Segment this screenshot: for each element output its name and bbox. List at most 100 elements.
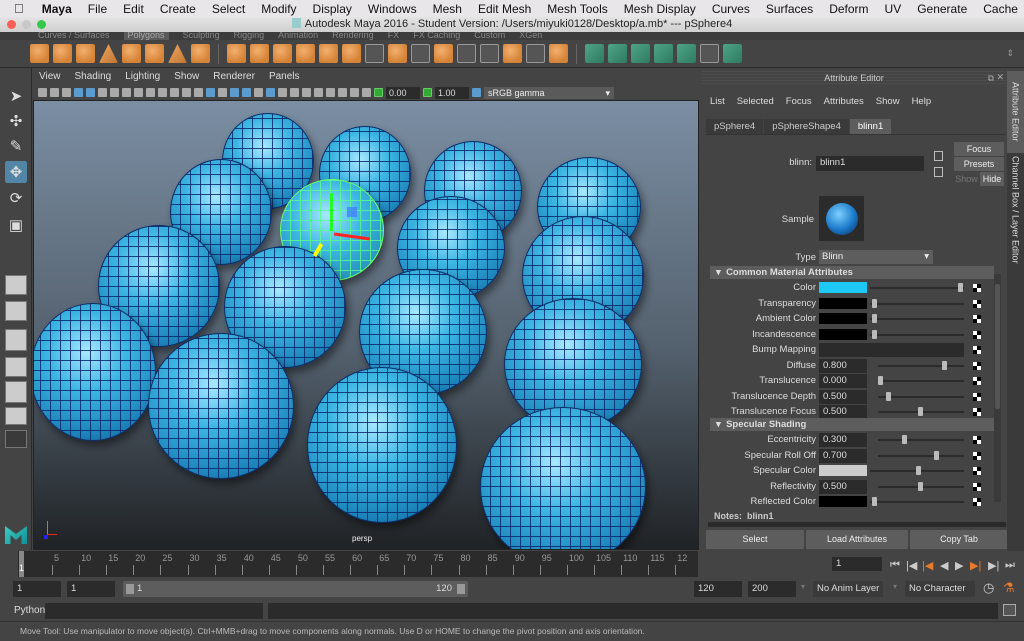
go-to-start-icon[interactable]: ⏮ bbox=[890, 559, 900, 572]
attr-color-swatch[interactable] bbox=[819, 465, 867, 476]
map-texture-icon[interactable] bbox=[973, 284, 981, 292]
map-texture-icon[interactable] bbox=[973, 346, 981, 354]
attr-slider-track[interactable] bbox=[870, 318, 964, 320]
type-dropdown[interactable]: Blinn ▾ bbox=[819, 250, 933, 264]
output-connections-icon[interactable] bbox=[934, 167, 943, 177]
select-camera-icon[interactable] bbox=[38, 88, 47, 97]
load-attributes-button[interactable]: Load Attributes bbox=[806, 530, 908, 549]
multi-cut-icon[interactable] bbox=[365, 44, 384, 63]
playback-end-field[interactable]: 120 bbox=[694, 581, 742, 597]
menu-uv[interactable]: UV bbox=[877, 2, 910, 16]
attr-value-field[interactable]: 0.500 bbox=[819, 405, 867, 419]
film-gate-icon[interactable] bbox=[122, 88, 131, 97]
menu-cache[interactable]: Cache bbox=[975, 2, 1024, 16]
attr-slider-handle[interactable] bbox=[916, 466, 921, 475]
ae-tab-blinn1[interactable]: blinn1 bbox=[849, 119, 892, 134]
poly-plane-icon[interactable] bbox=[122, 44, 141, 63]
menu-mesh-tools[interactable]: Mesh Tools bbox=[539, 2, 615, 16]
shelf-tab-polygons[interactable]: Polygons bbox=[123, 32, 169, 40]
attr-slider-track[interactable] bbox=[870, 287, 964, 289]
step-forward-frame-icon[interactable]: ▶| bbox=[988, 559, 999, 572]
attr-value-field[interactable]: 0.000 bbox=[819, 374, 867, 388]
menu-modify[interactable]: Modify bbox=[253, 2, 304, 16]
menu-surfaces[interactable]: Surfaces bbox=[758, 2, 821, 16]
attr-slider-handle[interactable] bbox=[872, 497, 877, 506]
poly-torus-icon[interactable] bbox=[145, 44, 164, 63]
current-time-field[interactable]: 1 bbox=[832, 557, 882, 571]
end-time-field[interactable]: 200 bbox=[748, 581, 796, 597]
anim-layer-dropdown[interactable]: No Anim Layer bbox=[813, 581, 883, 597]
map-texture-icon[interactable] bbox=[973, 299, 981, 308]
mirror-icon[interactable] bbox=[273, 44, 292, 63]
screen-space-ao-icon[interactable] bbox=[278, 88, 287, 97]
select-button[interactable]: Select bbox=[706, 530, 804, 549]
attr-slider-handle[interactable] bbox=[902, 435, 907, 444]
smooth-shade-icon[interactable] bbox=[206, 88, 215, 97]
anim-layer-dropdown-arrow[interactable]: ▾ bbox=[801, 582, 805, 591]
move-tool-icon[interactable]: ✥ bbox=[5, 161, 27, 183]
input-connections-icon[interactable] bbox=[934, 151, 943, 161]
copy-tab-button[interactable]: Copy Tab bbox=[910, 530, 1008, 549]
lasso-tool-icon[interactable]: ✣ bbox=[5, 110, 27, 132]
append-icon[interactable] bbox=[457, 44, 476, 63]
ae-scrollbar[interactable] bbox=[994, 274, 1001, 502]
attr-slider-handle[interactable] bbox=[918, 481, 923, 491]
map-texture-icon[interactable] bbox=[973, 315, 981, 323]
play-forwards-icon[interactable]: ▶ bbox=[955, 559, 963, 572]
anti-aliasing-icon[interactable] bbox=[302, 88, 311, 97]
shadows-icon[interactable] bbox=[266, 88, 275, 97]
map-texture-icon[interactable] bbox=[973, 467, 981, 475]
xray-joints-icon[interactable] bbox=[350, 88, 359, 97]
exposure-icon[interactable] bbox=[374, 88, 383, 97]
bevel-icon[interactable] bbox=[434, 44, 453, 63]
viewport-menu-view[interactable]: View bbox=[39, 71, 61, 85]
sphere-object[interactable] bbox=[480, 407, 646, 549]
resolution-gate-icon[interactable] bbox=[134, 88, 143, 97]
attr-slider-track[interactable] bbox=[870, 333, 964, 336]
uv-layout-icon[interactable] bbox=[723, 44, 742, 63]
animation-preferences-icon[interactable]: ⚗ bbox=[1003, 580, 1015, 596]
reduce-icon[interactable] bbox=[319, 44, 338, 63]
shelf-tab-fx-caching[interactable]: FX Caching bbox=[413, 32, 460, 40]
spherical-map-icon[interactable] bbox=[631, 44, 650, 63]
character-set-dropdown-arrow[interactable]: ▾ bbox=[893, 582, 897, 591]
attr-slider-handle[interactable] bbox=[918, 407, 923, 416]
smooth-icon[interactable] bbox=[296, 44, 315, 63]
menu-deform[interactable]: Deform bbox=[821, 2, 876, 16]
menu-curves[interactable]: Curves bbox=[704, 2, 758, 16]
grease-pencil-icon[interactable] bbox=[98, 88, 107, 97]
menu-windows[interactable]: Windows bbox=[360, 2, 425, 16]
map-texture-icon[interactable] bbox=[973, 436, 981, 444]
uv-editor-icon[interactable] bbox=[677, 44, 696, 63]
sphere-object[interactable] bbox=[34, 303, 156, 441]
attr-slider-handle[interactable] bbox=[872, 314, 877, 323]
xray-components-icon[interactable] bbox=[362, 88, 371, 97]
close-window-button[interactable] bbox=[7, 20, 16, 29]
menu-select[interactable]: Select bbox=[204, 2, 253, 16]
wireframe-on-shaded-icon[interactable] bbox=[230, 88, 239, 97]
ae-tab-psphereshape4[interactable]: pSphereShape4 bbox=[764, 119, 849, 134]
section-common-material-attributes[interactable]: ▾ Common Material Attributes bbox=[710, 266, 994, 279]
automatic-map-icon[interactable] bbox=[654, 44, 673, 63]
offset-edge-loop-icon[interactable] bbox=[503, 44, 522, 63]
sphere-object[interactable] bbox=[307, 367, 457, 523]
select-tool-icon[interactable]: ➤ bbox=[5, 85, 27, 107]
motion-blur-icon[interactable] bbox=[290, 88, 299, 97]
shelf-tab-rigging[interactable]: Rigging bbox=[234, 32, 265, 40]
attr-slider-track[interactable] bbox=[870, 302, 964, 305]
float-panel-icon[interactable]: ⧉ bbox=[988, 73, 994, 84]
ae-menu-show[interactable]: Show bbox=[876, 96, 900, 107]
attr-slider-track[interactable] bbox=[878, 380, 964, 382]
map-texture-icon[interactable] bbox=[973, 408, 981, 416]
presets-button[interactable]: Presets bbox=[954, 157, 1004, 171]
script-editor-icon[interactable] bbox=[1003, 604, 1016, 616]
attr-slider-handle[interactable] bbox=[872, 298, 877, 308]
ae-menu-help[interactable]: Help bbox=[912, 96, 932, 107]
shelf-tab-sculpting[interactable]: Sculpting bbox=[183, 32, 220, 40]
four-view-layout-icon[interactable] bbox=[5, 301, 27, 321]
notes-field[interactable] bbox=[708, 522, 1006, 527]
planar-map-icon[interactable] bbox=[585, 44, 604, 63]
zoom-window-button[interactable] bbox=[37, 20, 46, 29]
poly-cone-icon[interactable] bbox=[99, 44, 118, 63]
attr-slider-handle[interactable] bbox=[878, 376, 883, 385]
